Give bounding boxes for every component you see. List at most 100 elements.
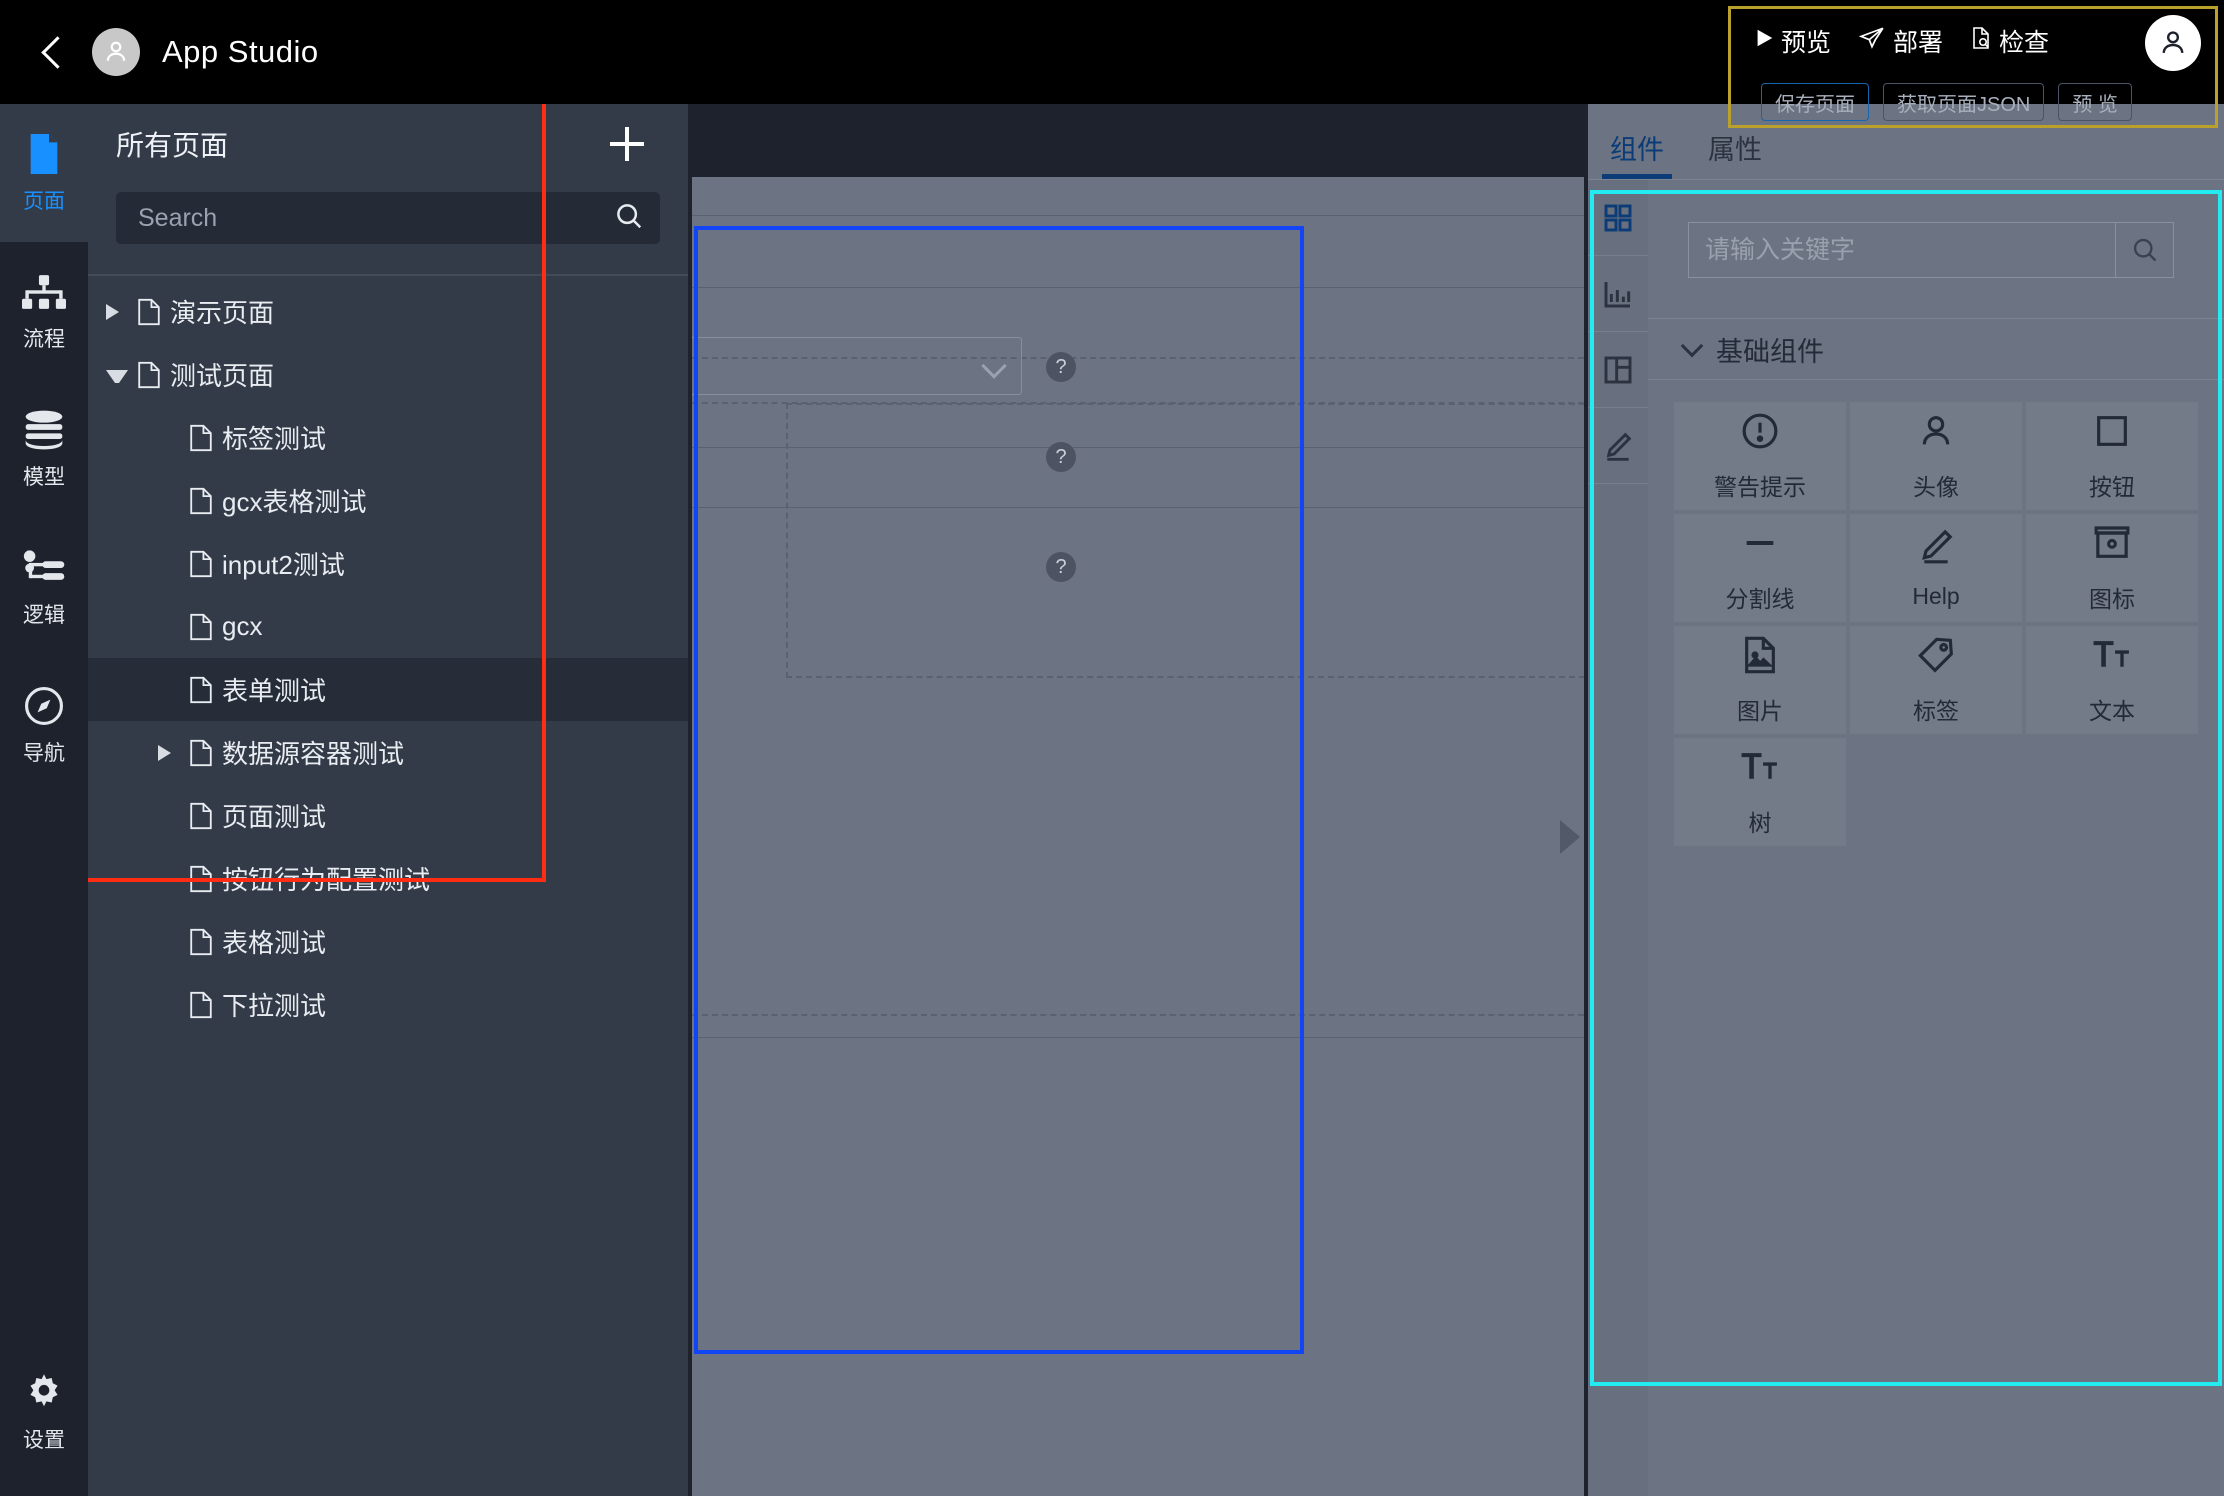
component-item[interactable]: 按钮 <box>2026 402 2198 510</box>
help-icon-2[interactable]: ? <box>1046 442 1076 472</box>
tab-properties[interactable]: 属性 <box>1686 128 1784 179</box>
tree-item[interactable]: gcx表格测试 <box>88 469 688 532</box>
search-icon[interactable] <box>2115 223 2173 277</box>
component-item[interactable]: 图片 <box>1674 626 1846 734</box>
tree-item[interactable]: 下拉测试 <box>88 973 688 1036</box>
brand-avatar <box>92 28 140 76</box>
inspect-action[interactable]: 检查 <box>1969 23 2049 59</box>
compass-icon <box>21 683 67 729</box>
preview-button[interactable]: 预 览 <box>2058 83 2132 121</box>
component-item[interactable]: 警告提示 <box>1674 402 1846 510</box>
tree-item[interactable]: 数据源容器测试 <box>88 721 688 784</box>
tree-item-label: 按钮行为配置测试 <box>222 865 431 895</box>
canvas-rule-2 <box>692 287 1584 288</box>
image-icon <box>1740 635 1780 680</box>
tree-item[interactable]: 标签测试 <box>88 406 688 469</box>
component-item-label: 图片 <box>1737 697 1783 724</box>
user-icon <box>1916 411 1956 456</box>
add-page-button[interactable] <box>610 127 644 161</box>
user-avatar[interactable] <box>2145 15 2201 71</box>
text-tree-icon <box>1740 747 1780 792</box>
component-item[interactable]: 分割线 <box>1674 514 1846 622</box>
sidebar-label-navigation: 导航 <box>23 742 65 765</box>
component-group-header[interactable]: 基础组件 <box>1648 318 2224 380</box>
back-chevron-icon[interactable] <box>36 35 70 69</box>
page-search-input[interactable] <box>138 203 614 233</box>
component-item-label: 树 <box>1748 809 1772 836</box>
preview-action[interactable]: 预览 <box>1753 23 1831 59</box>
tree-item[interactable]: 测试页面 <box>88 343 688 406</box>
caret-right-icon[interactable] <box>106 301 128 323</box>
page-icon <box>21 131 67 177</box>
chevron-down-icon <box>1680 334 1704 357</box>
component-item[interactable]: 树 <box>1674 738 1846 846</box>
sidebar-item-model[interactable]: 模型 <box>0 380 88 518</box>
page-tree-list: 演示页面测试页面 标签测试 gcx表格测试 input2测试 gcx 表单测试数据源容器测… <box>88 276 688 1036</box>
divider-icon <box>1740 523 1780 568</box>
sidebar-settings-inner[interactable]: 设置 <box>0 1370 88 1454</box>
top-bar-left: App Studio <box>0 0 319 104</box>
sidebar-item-pages[interactable]: 页面 <box>0 104 88 242</box>
tag-icon <box>1916 635 1956 680</box>
component-item-label: Help <box>1912 583 1960 609</box>
get-page-json-button[interactable]: 获取页面JSON <box>1883 83 2045 121</box>
tree-item-label: 下拉测试 <box>222 991 327 1021</box>
component-grid-empty-cell <box>1850 738 2022 846</box>
component-search-input[interactable] <box>1689 235 2115 265</box>
component-item-label: 警告提示 <box>1714 473 1806 500</box>
component-item[interactable]: 文本 <box>2026 626 2198 734</box>
tree-item[interactable]: 表单测试 <box>88 658 688 721</box>
alert-circle-icon <box>1740 411 1780 456</box>
component-grid: 警告提示 头像 按钮分割线 Help 图标图片 标签 文本树 <box>1648 380 2224 846</box>
tree-item-label: 页面测试 <box>222 802 327 832</box>
component-item[interactable]: 标签 <box>1850 626 2022 734</box>
tree-item[interactable]: input2测试 <box>88 532 688 595</box>
sidebar-item-logic[interactable]: 逻辑 <box>0 518 88 656</box>
pencil-icon <box>1916 526 1956 571</box>
grid-icon[interactable] <box>1588 180 1648 256</box>
component-item-label: 图标 <box>2089 585 2135 612</box>
sidebar-label-flow: 流程 <box>23 328 65 351</box>
tree-item-label: 演示页面 <box>170 298 275 328</box>
inspect-action-label: 检查 <box>1999 29 2050 57</box>
canvas-sheet[interactable]: ? ? ? <box>692 177 1584 1496</box>
canvas-dash-3 <box>692 1014 1584 1016</box>
component-item[interactable]: 头像 <box>1850 402 2022 510</box>
caret-down-icon[interactable] <box>106 364 128 386</box>
help-icon-1[interactable]: ? <box>1046 352 1076 382</box>
archive-icon <box>2092 523 2132 568</box>
canvas-select-field[interactable] <box>692 337 1022 395</box>
sidebar-item-navigation[interactable]: 导航 <box>0 656 88 794</box>
top-actions: 预览 部署 检查 <box>1731 9 2215 73</box>
sidebar-item-settings[interactable]: 设置 <box>0 1370 88 1454</box>
page-file-icon <box>190 739 212 767</box>
panel-collapse-toggle[interactable] <box>1560 820 1580 854</box>
page-file-icon <box>190 928 212 956</box>
help-icon-3[interactable]: ? <box>1046 552 1076 582</box>
sidebar-item-flow[interactable]: 流程 <box>0 242 88 380</box>
save-page-button[interactable]: 保存页面 <box>1761 83 1869 121</box>
tree-item[interactable]: 按钮行为配置测试 <box>88 847 688 910</box>
tree-item-label: 数据源容器测试 <box>222 739 405 769</box>
component-item[interactable]: 图标 <box>2026 514 2198 622</box>
tree-item-label: gcx表格测试 <box>222 487 367 517</box>
tree-item[interactable]: gcx <box>88 595 688 658</box>
page-tree-header: 所有页面 <box>88 104 688 184</box>
page-search-wrapper[interactable] <box>116 192 660 244</box>
component-item-label: 标签 <box>1913 697 1959 724</box>
tree-item[interactable]: 页面测试 <box>88 784 688 847</box>
layout-icon[interactable] <box>1588 332 1648 408</box>
pencil-icon[interactable] <box>1588 408 1648 484</box>
tree-item[interactable]: 演示页面 <box>88 280 688 343</box>
tab-components[interactable]: 组件 <box>1588 128 1686 179</box>
component-search[interactable] <box>1688 222 2174 278</box>
caret-right-icon[interactable] <box>158 742 180 764</box>
component-item[interactable]: Help <box>1850 514 2022 622</box>
chart-icon[interactable] <box>1588 256 1648 332</box>
logic-icon <box>21 545 67 591</box>
right-panel-body: 基础组件 警告提示 头像 按钮分割线 Help 图标图片 标签 文本树 <box>1588 180 2224 1496</box>
deploy-action[interactable]: 部署 <box>1857 23 1943 59</box>
search-icon[interactable] <box>614 201 644 236</box>
tree-item[interactable]: 表格测试 <box>88 910 688 973</box>
component-grid-empty-cell <box>2026 738 2198 846</box>
